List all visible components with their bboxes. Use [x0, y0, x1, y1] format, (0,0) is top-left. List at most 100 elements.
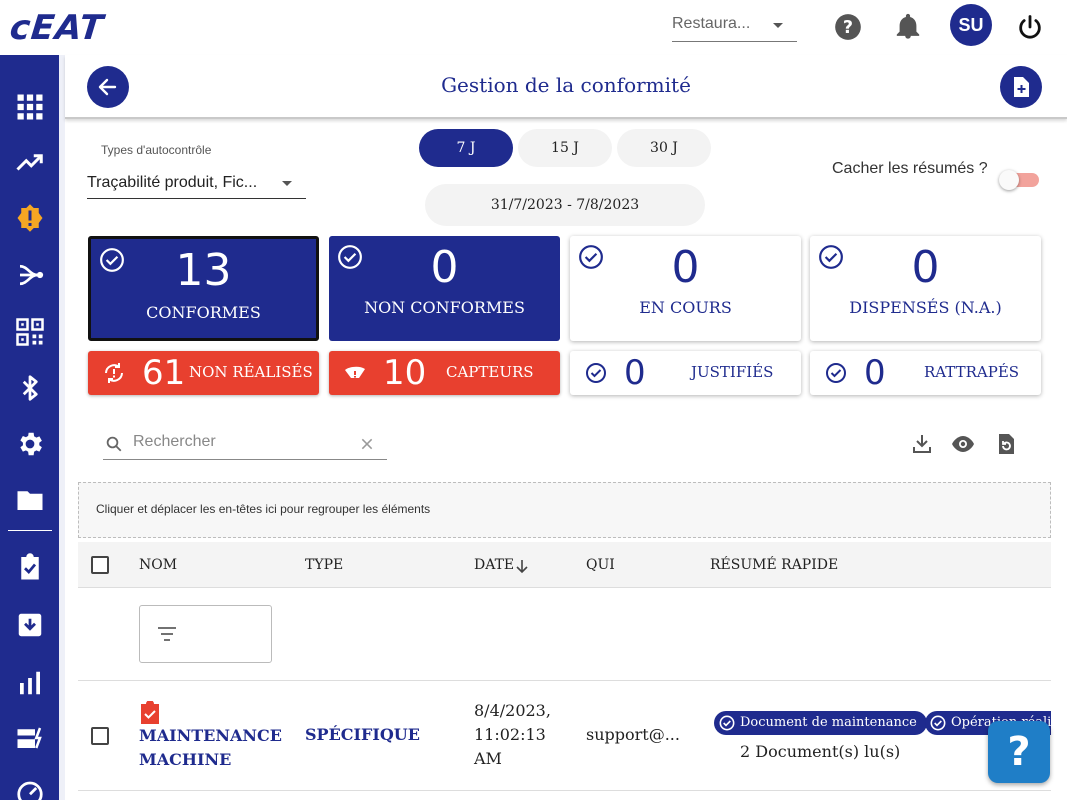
check-circle-icon	[826, 363, 846, 383]
stat-label: CAPTEURS	[446, 363, 534, 381]
visibility-icon[interactable]	[951, 432, 975, 456]
types-select[interactable]: Traçabilité produit, Fic...	[87, 170, 306, 199]
card-conformes[interactable]: 13 CONFORMES	[88, 236, 319, 341]
card-non-conformes[interactable]: 0 NON CONFORMES	[329, 236, 560, 341]
filter-row	[78, 588, 1051, 681]
card-count: 0	[430, 242, 459, 293]
restaurant-select-value: Restaura...	[672, 15, 751, 32]
row-summary: 2 Document(s) lu(s)	[740, 742, 901, 761]
sync-problem-icon	[105, 363, 123, 383]
hide-summaries-label: Cacher les résumés ?	[832, 160, 988, 177]
help-icon[interactable]: ?	[834, 13, 862, 41]
card-label: CONFORMES	[146, 303, 261, 322]
card-dispenses[interactable]: 0 DISPENSÉS (N.A.)	[810, 236, 1041, 341]
period-30d-button[interactable]: 30 J	[617, 129, 711, 167]
row-checkbox[interactable]	[91, 727, 109, 745]
column-date[interactable]: DATE	[474, 557, 514, 573]
add-document-button[interactable]	[1000, 66, 1042, 108]
archive-download-icon[interactable]	[15, 610, 45, 640]
bar-chart-icon[interactable]	[15, 668, 45, 698]
check-circle-icon	[586, 363, 606, 383]
row-name[interactable]: MAINTENANCE MACHINE	[139, 724, 289, 772]
summary-chip-label: Document de maintenance	[740, 715, 917, 730]
stat-capteurs[interactable]: 10 CAPTEURS	[329, 351, 560, 395]
clear-icon[interactable]	[360, 437, 374, 451]
summary-chip: Document de maintenance	[714, 711, 927, 735]
column-nom[interactable]: NOM	[139, 557, 177, 573]
search-icon	[106, 436, 122, 452]
page-title: Gestion de la conformité	[441, 73, 691, 97]
row-date: 8/4/2023, 11:02:13 AM	[474, 701, 551, 768]
period-15d-button[interactable]: 15 J	[518, 129, 612, 167]
card-count: 13	[175, 245, 232, 296]
app-logo: cEAT	[7, 8, 106, 48]
alert-badge-icon[interactable]	[15, 203, 45, 233]
stat-justifies[interactable]: 0 JUSTIFIÉS	[570, 351, 801, 395]
column-type[interactable]: TYPE	[305, 557, 343, 573]
restaurant-select[interactable]: Restaura...	[672, 12, 797, 42]
page-header: Gestion de la conformité	[65, 55, 1067, 119]
stat-label: JUSTIFIÉS	[691, 363, 774, 381]
power-icon[interactable]	[1016, 13, 1044, 41]
table-header: NOM TYPE DATE QUI RÉSUMÉ RAPIDE	[78, 542, 1051, 588]
card-label: NON CONFORMES	[364, 298, 525, 317]
check-circle-icon	[719, 715, 735, 731]
stat-label: RATTRAPÉS	[924, 363, 1020, 381]
bluetooth-icon[interactable]	[15, 373, 45, 403]
top-bar: cEAT Restaura... ? SU	[0, 0, 1067, 55]
sidebar-edge	[59, 55, 65, 800]
stat-count: 10	[383, 353, 427, 393]
card-label: DISPENSÉS (N.A.)	[849, 298, 1002, 317]
qr-code-icon[interactable]	[15, 317, 45, 347]
refresh-document-icon[interactable]	[994, 432, 1018, 456]
stat-rattrapes[interactable]: 0 RATTRAPÉS	[810, 351, 1041, 395]
types-label: Types d'autocontrôle	[101, 143, 212, 157]
hide-summaries-toggle-knob[interactable]	[999, 170, 1019, 190]
note-add-icon	[1014, 77, 1029, 97]
group-drop-zone[interactable]: Cliquer et déplacer les en-têtes ici pou…	[78, 482, 1051, 538]
card-label: EN COURS	[639, 298, 732, 317]
stat-non-realises[interactable]: 61 NON RÉALISÉS	[88, 351, 319, 395]
card-en-cours[interactable]: 0 EN COURS	[570, 236, 801, 341]
merge-flow-icon[interactable]	[15, 260, 45, 290]
clipboard-check-icon[interactable]	[15, 552, 45, 582]
stat-count: 0	[864, 353, 886, 393]
folder-icon[interactable]	[15, 485, 45, 515]
user-avatar[interactable]: SU	[950, 4, 992, 46]
stat-count: 61	[142, 353, 186, 393]
types-select-value: Traçabilité produit, Fic...	[87, 174, 258, 191]
column-qui[interactable]: QUI	[586, 557, 615, 573]
speedometer-icon[interactable]	[15, 778, 45, 808]
arrow-down-sort-icon[interactable]	[515, 558, 529, 574]
svg-text:?: ?	[843, 18, 853, 38]
period-7d-button[interactable]: 7 J	[419, 129, 513, 167]
notifications-icon[interactable]	[894, 13, 922, 41]
row-type: SPÉCIFIQUE	[305, 725, 420, 744]
name-filter-input[interactable]	[139, 605, 272, 663]
clipboard-check-icon	[141, 701, 159, 724]
search-input[interactable]: Rechercher	[103, 428, 387, 460]
card-count: 0	[671, 242, 700, 293]
trending-up-icon[interactable]	[15, 147, 45, 177]
search-placeholder: Rechercher	[133, 433, 216, 450]
select-all-checkbox[interactable]	[91, 556, 109, 574]
chevron-down-icon	[282, 181, 292, 186]
settings-gear-icon[interactable]	[15, 429, 45, 459]
filter-list-icon	[158, 627, 176, 641]
sensor-icon	[345, 366, 365, 378]
group-hint: Cliquer et déplacer les en-têtes ici pou…	[96, 502, 431, 516]
apps-grid-icon[interactable]	[15, 92, 45, 122]
column-resume[interactable]: RÉSUMÉ RAPIDE	[710, 557, 838, 573]
stat-count: 0	[624, 353, 646, 393]
download-icon[interactable]	[910, 432, 934, 456]
table-row[interactable]: MAINTENANCE MACHINE SPÉCIFIQUE 8/4/2023,…	[78, 681, 1051, 791]
sidebar	[0, 55, 65, 807]
battery-charging-icon[interactable]	[15, 723, 45, 753]
sidebar-divider	[8, 530, 52, 531]
check-circle-icon	[930, 715, 946, 731]
chevron-down-icon	[773, 23, 783, 28]
help-fab-button[interactable]: ?	[988, 721, 1050, 783]
stat-label: NON RÉALISÉS	[189, 363, 313, 381]
row-who: support@...	[586, 725, 680, 744]
date-range-picker[interactable]: 31/7/2023 - 7/8/2023	[425, 184, 705, 226]
